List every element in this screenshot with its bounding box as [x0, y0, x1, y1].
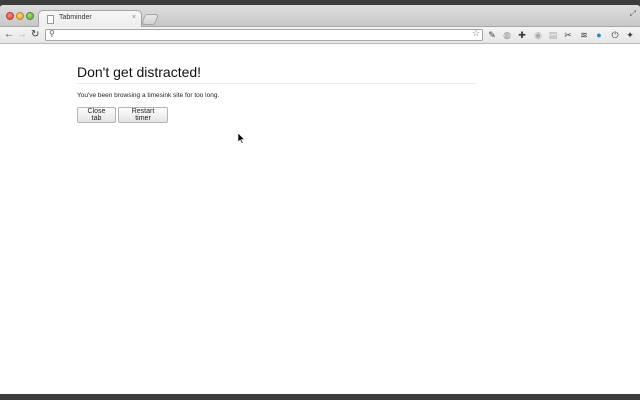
bookmark-star-icon[interactable]: ☆ — [472, 28, 480, 39]
divider — [77, 83, 477, 84]
circle-icon[interactable]: ● — [594, 30, 604, 40]
restart-timer-button[interactable]: Restart timer — [118, 107, 168, 123]
address-input[interactable] — [60, 30, 460, 40]
page-title: Don't get distracted! — [77, 64, 202, 80]
back-icon[interactable]: ← — [4, 29, 14, 41]
puzzle-icon[interactable]: ✚ — [517, 30, 527, 40]
new-tab-button[interactable] — [140, 14, 160, 25]
close-tab-button[interactable]: Close tab — [77, 107, 116, 123]
layers-icon[interactable]: ≋ — [579, 30, 589, 40]
shield-icon[interactable]: ◉ — [533, 30, 543, 40]
globe-icon[interactable]: ◍ — [502, 30, 512, 40]
address-bar[interactable]: ⚲ ☆ — [45, 28, 483, 41]
power-icon[interactable]: ⏻ — [610, 30, 620, 40]
tab-strip: Tabminder × ⤢ — [0, 5, 640, 28]
tab-close-icon[interactable]: × — [132, 14, 136, 21]
settings-wrench-icon[interactable]: ✦ — [625, 30, 635, 40]
reload-icon[interactable]: ↻ — [31, 29, 39, 41]
tab-tabminder[interactable]: Tabminder × — [38, 10, 142, 28]
minimize-window-button[interactable] — [16, 12, 24, 20]
fullscreen-icon[interactable]: ⤢ — [630, 9, 636, 19]
maximize-window-button[interactable] — [26, 12, 34, 20]
toolbar: ← → ↻ ⚲ ☆ ✎ ◍ ✚ ◉ ▤ ✂ ≋ ● ⏻ ✦ — [0, 27, 640, 44]
close-window-button[interactable] — [6, 12, 14, 20]
forward-icon[interactable]: → — [17, 29, 27, 41]
note-icon[interactable]: ▤ — [548, 30, 558, 40]
browser-window: Tabminder × ⤢ ← → ↻ ⚲ ☆ ✎ ◍ ✚ ◉ ▤ ✂ ≋ ● … — [0, 5, 640, 394]
search-icon: ⚲ — [49, 29, 55, 38]
wrench-icon[interactable]: ✂ — [563, 30, 573, 40]
warning-message: You've been browsing a timesink site for… — [77, 92, 220, 99]
bottom-frame — [0, 394, 640, 400]
tab-title: Tabminder — [59, 14, 92, 21]
page-content: Don't get distracted! You've been browsi… — [0, 45, 640, 394]
page-icon — [47, 15, 54, 24]
pin-icon[interactable]: ✎ — [487, 30, 497, 40]
